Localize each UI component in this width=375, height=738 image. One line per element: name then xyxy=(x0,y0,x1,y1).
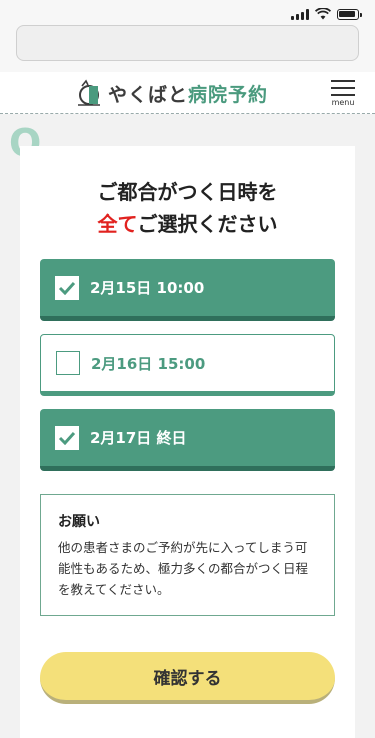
option-feb15[interactable]: 2月15日 10:00 xyxy=(40,259,335,321)
menu-button[interactable]: menu xyxy=(331,80,355,107)
option-label: 2月15日 10:00 xyxy=(90,279,205,297)
option-label: 2月16日 15:00 xyxy=(91,354,206,373)
option-feb16[interactable]: 2月16日 15:00 xyxy=(40,334,335,396)
question-card: ご都合がつく日時を 全てご選択ください 2月15日 10:00 2月16日 15… xyxy=(20,146,355,738)
status-bar xyxy=(0,0,375,28)
site-header: やくばと病院予約 menu xyxy=(0,72,375,114)
wifi-icon xyxy=(315,8,331,20)
pill-bird-logo-icon xyxy=(78,79,100,106)
checkbox-checked-icon[interactable] xyxy=(55,275,79,300)
note-heading: お願い xyxy=(58,514,100,530)
option-feb17[interactable]: 2月17日 終日 xyxy=(40,409,335,471)
title-emphasis: 全て xyxy=(97,212,138,236)
confirm-button[interactable]: 確認する xyxy=(40,652,335,704)
url-bar[interactable] xyxy=(16,25,359,61)
logo-text: やくばと病院予約 xyxy=(108,83,269,106)
option-label: 2月17日 終日 xyxy=(90,429,187,447)
checkbox-unchecked-icon[interactable] xyxy=(56,351,80,375)
logo[interactable]: やくばと病院予約 xyxy=(76,78,268,108)
menu-label: menu xyxy=(331,98,355,107)
signal-icon xyxy=(291,8,309,20)
request-note: お願い 他の患者さまのご予約が先に入ってしまう可能性もあるため、極力多くの都合が… xyxy=(40,494,335,616)
battery-icon xyxy=(337,8,362,20)
question-title: ご都合がつく日時を 全てご選択ください xyxy=(97,180,278,236)
note-body: 他の患者さまのご予約が先に入ってしまう可能性もあるため、極力多くの都合がつく日程… xyxy=(58,540,309,597)
hamburger-icon xyxy=(331,80,355,82)
checkbox-checked-icon[interactable] xyxy=(55,425,79,450)
